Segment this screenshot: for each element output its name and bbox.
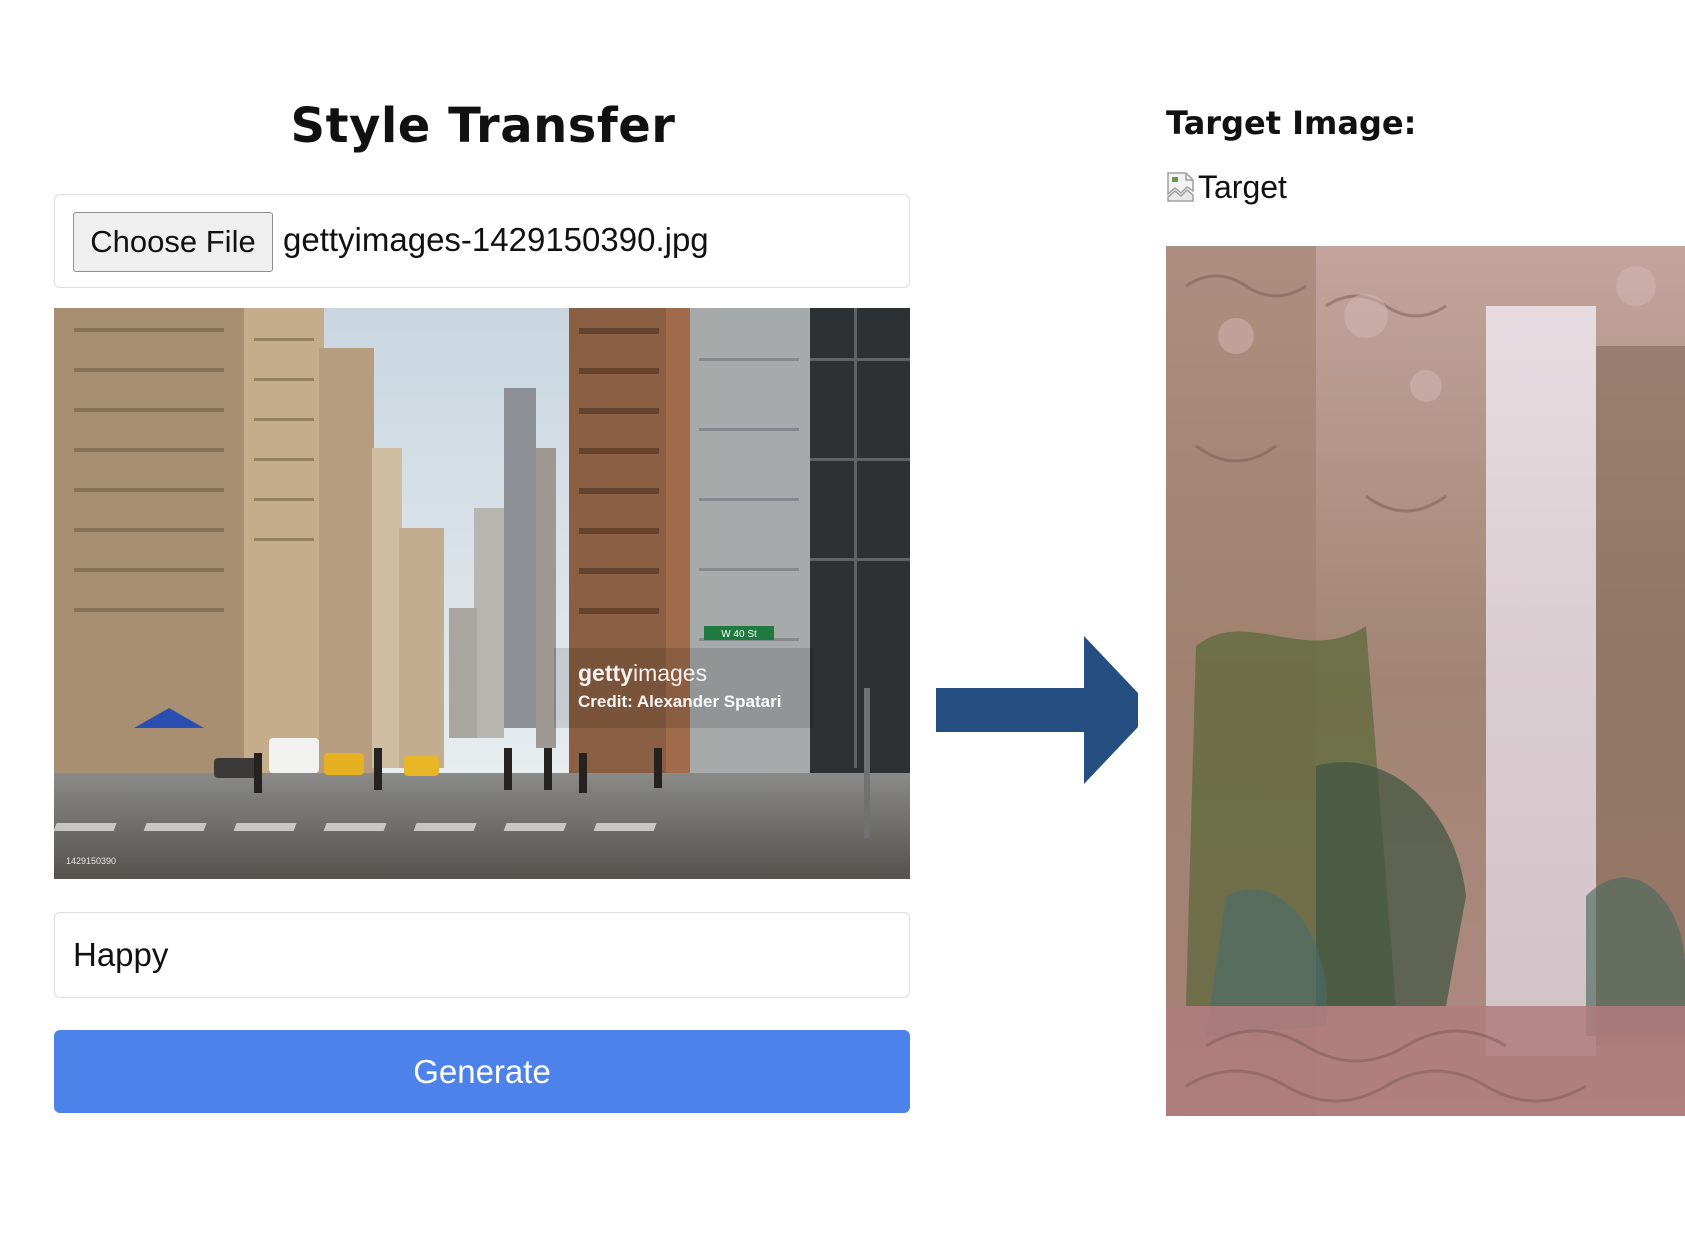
right-arrow-icon: [936, 636, 1156, 784]
selected-file-name: gettyimages-1429150390.jpg: [283, 221, 709, 258]
street-sign: W 40 St: [721, 629, 757, 640]
target-image-label: Target Image:: [1166, 104, 1417, 142]
page-title: Style Transfer: [290, 98, 676, 154]
broken-image-icon: [1166, 171, 1196, 203]
style-prompt-input[interactable]: [54, 912, 910, 998]
target-image-broken: Target: [1166, 164, 1287, 210]
target-alt-text: Target: [1198, 168, 1287, 205]
choose-file-button[interactable]: Choose File: [73, 212, 273, 272]
watermark-id: 1429150390: [66, 856, 117, 866]
uploaded-image-preview: W 40 St gettyimages Credit: Alexander Sp…: [54, 308, 910, 879]
file-upload-field: Choose File gettyimages-1429150390.jpg: [54, 194, 910, 288]
style-transfer-panel: Style Transfer Choose File gettyimages-1…: [0, 0, 930, 1135]
watermark-brand: gettyimages: [578, 660, 707, 687]
watermark-credit: Credit: Alexander Spatari: [578, 692, 782, 711]
generate-button[interactable]: Generate: [54, 1030, 910, 1113]
stylized-output-image: [1166, 246, 1685, 1116]
target-panel: Target Image: Target: [1138, 0, 1685, 1132]
city-street-photo: W 40 St: [54, 308, 910, 879]
watermark-brand-bold: getty: [578, 660, 633, 686]
watermark-brand-light: images: [632, 660, 708, 686]
